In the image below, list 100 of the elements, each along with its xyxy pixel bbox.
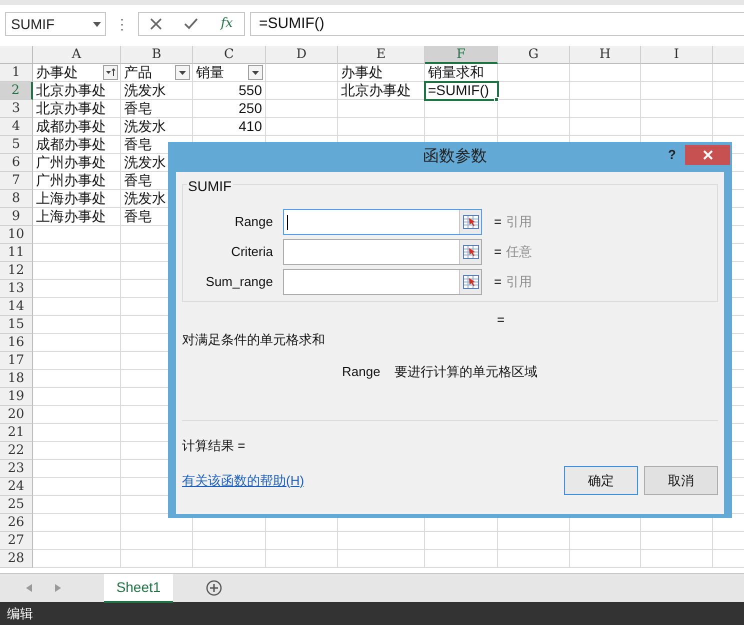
row-header[interactable]: 3 (0, 100, 33, 118)
row-header[interactable]: 12 (0, 262, 33, 280)
argument-description: 要进行计算的单元格区域 (394, 363, 538, 381)
row-header[interactable]: 26 (0, 514, 33, 532)
fill-handle[interactable] (494, 97, 499, 102)
cell-range-icon[interactable] (462, 245, 478, 259)
row-header[interactable]: 2 (0, 82, 33, 100)
table-cell (498, 100, 570, 118)
dropdown-arrow-icon[interactable] (93, 22, 101, 26)
cell-range-icon[interactable] (462, 275, 478, 289)
row-header[interactable]: 6 (0, 154, 33, 172)
column-header[interactable]: F (425, 46, 498, 64)
table-cell (570, 82, 641, 100)
row-header[interactable]: 10 (0, 226, 33, 244)
check-icon[interactable] (184, 18, 198, 30)
table-cell: 洗发水 (121, 118, 193, 136)
name-box-value: SUMIF (11, 14, 55, 34)
row-header[interactable]: 7 (0, 172, 33, 190)
range-picker-button[interactable] (459, 270, 481, 294)
column-header[interactable]: A (33, 46, 121, 64)
column-header[interactable]: E (338, 46, 425, 64)
column-header[interactable]: D (266, 46, 338, 64)
argument-label: Sum_range (204, 273, 274, 292)
table-cell: 550 (193, 82, 266, 100)
help-button[interactable]: ? (668, 145, 676, 164)
table-cell: 北京办事处 (338, 82, 425, 100)
dialog-button[interactable]: 确定 (564, 466, 638, 495)
column-header[interactable]: C (193, 46, 266, 64)
sort-filter-icon[interactable] (103, 65, 118, 80)
row-header[interactable]: 17 (0, 352, 33, 370)
options-handle[interactable]: ⋮ (106, 12, 138, 36)
row-header[interactable]: 24 (0, 478, 33, 496)
row-header[interactable]: 8 (0, 190, 33, 208)
row-header[interactable]: 23 (0, 460, 33, 478)
dialog-title: 函数参数 (423, 146, 487, 167)
sheet-tab[interactable]: Sheet1 (104, 574, 173, 602)
table-cell (121, 532, 193, 550)
column-header[interactable]: B (121, 46, 193, 64)
text-cursor (287, 214, 288, 230)
table-cell: 香皂 (121, 100, 193, 118)
argument-field[interactable] (283, 209, 482, 235)
row-header[interactable]: 20 (0, 406, 33, 424)
row-header[interactable]: 4 (0, 118, 33, 136)
filter-dropdown-icon[interactable] (175, 65, 190, 80)
row-header[interactable]: 18 (0, 370, 33, 388)
table-cell: 北京办事处 (33, 82, 121, 100)
argument-label: Criteria (230, 243, 274, 262)
result-equals-sign: = (497, 311, 506, 329)
table-cell (641, 532, 713, 550)
row-header[interactable]: 21 (0, 424, 33, 442)
formula-field[interactable]: =SUMIF() (250, 12, 744, 36)
row-header[interactable]: 14 (0, 298, 33, 316)
argument-label: Range (234, 213, 274, 232)
filter-dropdown-icon[interactable] (248, 65, 263, 80)
table-cell (570, 532, 641, 550)
column-header[interactable]: G (498, 46, 570, 64)
table-cell: 销量求和 (425, 64, 498, 82)
table-cell (498, 64, 570, 82)
table-cell: 410 (193, 118, 266, 136)
table-cell (266, 550, 338, 568)
dialog-button[interactable]: 取消 (644, 466, 718, 495)
range-picker-button[interactable] (459, 240, 481, 264)
help-link[interactable]: 有关该函数的帮助(H) (182, 470, 304, 490)
column-header[interactable]: H (570, 46, 641, 64)
insert-function-button[interactable]: fx (220, 14, 233, 34)
cell-range-icon[interactable] (462, 215, 478, 229)
argument-field[interactable] (283, 269, 482, 295)
close-button[interactable] (685, 145, 730, 165)
table-cell: =SUMIF() (425, 82, 498, 100)
table-cell: 办事处 (338, 64, 425, 82)
status-text: 编辑 (7, 604, 33, 623)
row-header[interactable]: 9 (0, 208, 33, 226)
table-cell (641, 100, 713, 118)
row-header[interactable]: 11 (0, 244, 33, 262)
row-header[interactable]: 15 (0, 316, 33, 334)
column-header[interactable]: I (641, 46, 713, 64)
row-header[interactable]: 22 (0, 442, 33, 460)
argument-value-preview: 引用 (506, 213, 532, 232)
row-header[interactable]: 27 (0, 532, 33, 550)
row-header[interactable]: 13 (0, 280, 33, 298)
range-picker-button[interactable] (459, 210, 481, 234)
table-cell: 北京办事处 (33, 100, 121, 118)
table-cell: 成都办事处 (33, 136, 121, 154)
table-cell: 上海办事处 (33, 190, 121, 208)
close-icon[interactable] (702, 150, 712, 160)
table-cell (121, 550, 193, 568)
argument-field[interactable] (283, 239, 482, 265)
table-cell (641, 64, 713, 82)
row-header[interactable]: 5 (0, 136, 33, 154)
cancel-icon[interactable] (150, 18, 162, 30)
argument-value-preview: 任意 (506, 243, 532, 262)
row-header[interactable]: 19 (0, 388, 33, 406)
row-header[interactable]: 1 (0, 64, 33, 82)
equals-sign: = (494, 243, 503, 262)
row-header[interactable]: 25 (0, 496, 33, 514)
row-header[interactable]: 16 (0, 334, 33, 352)
row-header[interactable]: 28 (0, 550, 33, 568)
name-box[interactable]: SUMIF (5, 12, 106, 36)
add-sheet-icon[interactable] (206, 580, 222, 596)
table-cell (641, 550, 713, 568)
